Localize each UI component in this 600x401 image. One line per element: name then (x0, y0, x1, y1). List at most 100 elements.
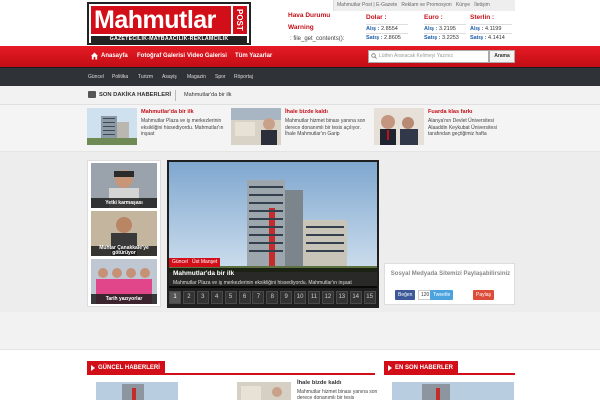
breaking-news-bar: SON DAKİKA HABERLERİ Mahmutlar'da bir il… (0, 86, 600, 105)
slider-title: Mahmutlar'da bir ilk (173, 270, 235, 277)
slider-desc: Mahmutlar Plaza ve iş merkezlerinin eksi… (173, 280, 352, 286)
currency-sell: Satış : 4.1414 (470, 35, 505, 41)
currency-sterlin: Sterlin : Alış : 4.1199 Satış : 4.1414 (470, 14, 512, 41)
currency-name: Euro : (424, 14, 443, 21)
facebook-like-button[interactable]: Beğen (395, 290, 416, 300)
photo-caption: Tarih yazıyorlar (91, 294, 157, 304)
section-thumbnail[interactable] (237, 382, 291, 400)
photo-caption: Yetki karmaşası (91, 198, 157, 208)
category-magazin[interactable]: Magazin (187, 68, 206, 87)
nav-item-foto-galeri[interactable]: Fotoğraf Galerisi (137, 46, 185, 67)
photo-caption: Muhtar Çanakkale'ye götürüyor (91, 246, 157, 256)
slider-page-button[interactable]: 5 (224, 291, 237, 304)
breaking-label: SON DAKİKA HABERLERİ (99, 92, 171, 98)
strip-news-item[interactable]: Mahmutlar'da bir ilk Mahmutlar Plaza ve … (87, 108, 227, 148)
category-badge[interactable]: Üst Manşet (189, 258, 221, 267)
category-turizm[interactable]: Turizm (138, 68, 153, 87)
photo-news-item[interactable]: Yetki karmaşası (91, 163, 157, 208)
logo-post: POST (232, 6, 247, 34)
nav-item-video-galeri[interactable]: Video Galerisi (187, 46, 227, 67)
category-guncel[interactable]: Güncel (88, 68, 104, 87)
photo-news-item[interactable]: Muhtar Çanakkale'ye götürüyor (91, 211, 157, 256)
category-asayis[interactable]: Asayiş (162, 68, 177, 87)
currency-euro: Euro : Alış : 3.2195 Satış : 3.2253 (424, 14, 466, 41)
slider-pager: 1 2 3 4 5 6 7 8 9 10 11 12 13 14 15 (169, 291, 377, 305)
top-link-reklam[interactable]: Reklam ve Promosyon (401, 2, 451, 8)
news-thumbnail (374, 108, 424, 145)
tweet-button[interactable]: Tweetle (430, 290, 454, 300)
slider-page-button[interactable]: 13 (335, 291, 348, 304)
news-thumbnail (87, 108, 137, 145)
currency-buy: Alış : 2.8554 (366, 26, 398, 32)
currency-dolar: Dolar : Alış : 2.8554 Satış : 2.8605 (366, 14, 408, 41)
main-nav: Anasayfa Fotoğraf Galerisi Video Galeris… (0, 46, 600, 67)
category-politika[interactable]: Politika (112, 68, 128, 87)
slider-page-button[interactable]: 15 (363, 291, 376, 304)
slider-page-button[interactable]: 8 (266, 291, 279, 304)
currency-name: Sterlin : (470, 14, 495, 21)
section-header-en-son: EN SON HABERLER (384, 361, 515, 375)
headline-slider[interactable]: Güncel Üst Manşet Mahmutlar'da bir ilk M… (167, 160, 379, 308)
slider-page-button[interactable]: 1 (169, 291, 181, 304)
slider-page-button[interactable]: 3 (196, 291, 209, 304)
section-thumbnail[interactable] (392, 382, 514, 400)
breaking-headline[interactable]: Mahmutlar'da bir ilk (184, 86, 232, 105)
google-share-button[interactable]: Paylaş (473, 290, 495, 300)
news-title: Fuarda klas farkı (428, 109, 473, 115)
currency-buy: Alış : 4.1199 (470, 26, 502, 32)
category-spor[interactable]: Spor (215, 68, 226, 87)
currency-sell: Satış : 3.2253 (424, 35, 459, 41)
lower-sections: GÜNCEL HABERLERİ EN SON HABERLER İhale b… (0, 350, 600, 401)
logo-text: Mahmutlar (91, 6, 231, 34)
news-desc: Mahmutlar Plaza ve iş merkezlerinin eksi… (141, 118, 224, 137)
slider-page-button[interactable]: 14 (349, 291, 362, 304)
strip-news-item[interactable]: Fuarda klas farkı Alanya'nın Devlet Üniv… (374, 108, 514, 148)
category-nav: Güncel Politika Turizm Asayiş Magazin Sp… (0, 67, 600, 86)
strip-news-item[interactable]: İhale bizde kaldı Mahmutlar hizmet binas… (231, 108, 371, 148)
section-news-title[interactable]: İhale bizde kaldı (297, 380, 341, 386)
search-button[interactable]: Arama (489, 50, 515, 63)
photo-news-column: Yetki karmaşası Muhtar Çanakkale'ye götü… (87, 160, 161, 307)
social-title: Sosyal Medyada Sitemizi Paylaşabilirsini… (390, 271, 511, 277)
nav-item-yazarlar[interactable]: Tüm Yazarlar (235, 46, 272, 67)
currency-buy: Alış : 3.2195 (424, 26, 456, 32)
currency-sell: Satış : 2.8605 (366, 35, 401, 41)
category-roportaj[interactable]: Röportaj (234, 68, 253, 87)
news-title: İhale bizde kaldı (285, 109, 328, 115)
slider-page-button[interactable]: 9 (280, 291, 293, 304)
slider-page-button[interactable]: 7 (252, 291, 265, 304)
news-desc: Mahmutlar hizmet binası yanına son derec… (285, 118, 366, 137)
news-desc: Alanya'nın Devlet Üniversitesi Alaaddin … (428, 118, 497, 137)
home-icon[interactable] (91, 52, 98, 60)
nav-item-anasayfa[interactable]: Anasayfa (101, 46, 128, 67)
slider-page-button[interactable]: 4 (210, 291, 223, 304)
top-link-iletisim[interactable]: İletişim (474, 2, 490, 8)
social-share-box: Sosyal Medyada Sitemizi Paylaşabilirsini… (384, 263, 515, 305)
main-content: Yetki karmaşası Muhtar Çanakkale'ye götü… (0, 152, 600, 312)
logo-subtitle: GAZETECİLİK-MATBAACILIK-REKLAMCILIK (91, 36, 247, 43)
top-links: Mahmutlar Post | E-Gazete Reklam ve Prom… (333, 0, 515, 11)
section-tab-en-son[interactable]: EN SON HABERLER (384, 361, 459, 375)
slider-page-button[interactable]: 11 (308, 291, 320, 304)
top-link-egazete[interactable]: E-Gazete (376, 2, 397, 8)
section-tab-guncel[interactable]: GÜNCEL HABERLERİ (87, 361, 165, 375)
weather-title: Hava Durumu (288, 12, 331, 19)
photo-news-item[interactable]: Tarih yazıyorlar (91, 259, 157, 304)
news-thumbnail (231, 108, 281, 145)
ad-band (0, 312, 600, 350)
search-icon (371, 53, 377, 59)
slider-page-button[interactable]: 10 (294, 291, 307, 304)
search-input[interactable]: Lütfen Aranacak Kelimeyi Yazınız (368, 50, 489, 63)
slider-page-button[interactable]: 6 (238, 291, 251, 304)
headline-strip: Mahmutlar'da bir ilk Mahmutlar Plaza ve … (0, 105, 600, 152)
section-thumbnail[interactable] (96, 382, 178, 400)
slider-page-button[interactable]: 12 (321, 291, 334, 304)
news-title: Mahmutlar'da bir ilk (141, 109, 194, 115)
section-header-guncel: GÜNCEL HABERLERİ (87, 361, 375, 375)
category-badge[interactable]: Güncel (169, 258, 191, 267)
site-logo[interactable]: Mahmutlar POST GAZETECİLİK-MATBAACILIK-R… (87, 2, 251, 45)
slider-page-button[interactable]: 2 (182, 291, 195, 304)
currency-name: Dolar : (366, 14, 387, 21)
top-link-mahmutlar-post[interactable]: Mahmutlar Post (337, 2, 372, 8)
top-link-kunye[interactable]: Künye (456, 2, 470, 8)
